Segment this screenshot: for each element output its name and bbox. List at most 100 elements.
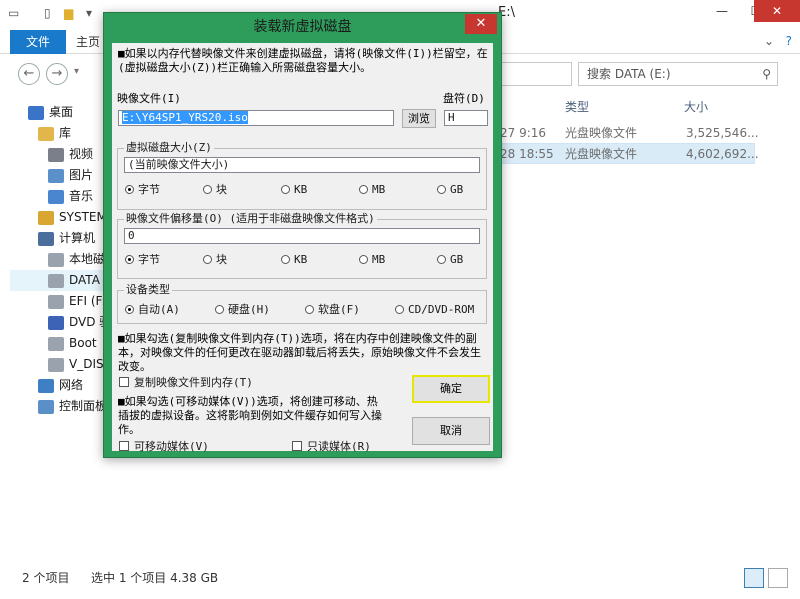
- folder-icon[interactable]: ▆: [64, 6, 73, 20]
- radio-dot-icon: [305, 305, 314, 314]
- nav-item-data[interactable]: DATA: [10, 270, 110, 291]
- radio-dot-icon: [125, 255, 134, 264]
- drive-icon: [48, 252, 64, 267]
- radio-offset-kb[interactable]: KB: [281, 253, 307, 267]
- mount-dialog: 装载新虚拟磁盘 ✕ ■如果以内存代替映像文件来创建虚拟磁盘，请将(映像文件(I)…: [103, 12, 502, 458]
- column-header-size[interactable]: 大小: [684, 96, 708, 118]
- radio-device-cdrom[interactable]: CD/DVD-ROM: [395, 303, 474, 317]
- column-header-type[interactable]: 类型: [565, 96, 589, 118]
- file-date: 28 18:55: [500, 147, 554, 161]
- radio-size-gb[interactable]: GB: [437, 183, 463, 197]
- note-removable: ■如果勾选(可移动媒体(V))选项，将创建可移动、热插拔的虚拟设备。这将影响到例…: [118, 395, 382, 436]
- note-memory: ■如果以内存代替映像文件来创建虚拟磁盘，请将(映像文件(I))栏留空，在(虚拟磁…: [118, 47, 488, 74]
- radio-size-kb[interactable]: KB: [281, 183, 307, 197]
- file-date: 27 9:16: [500, 126, 547, 140]
- radio-size-mb[interactable]: MB: [359, 183, 385, 197]
- disk-size-group: 虚拟磁盘大小(Z) (当前映像文件大小) 字节 块 KB MB GB: [117, 141, 487, 210]
- cancel-button[interactable]: 取消: [412, 417, 490, 445]
- radio-dot-icon: [125, 305, 134, 314]
- radio-offset-mb[interactable]: MB: [359, 253, 385, 267]
- control-panel-icon: [38, 399, 54, 414]
- radio-dot-icon: [203, 185, 212, 194]
- drive-icon: [48, 273, 64, 288]
- properties-icon[interactable]: ▯: [44, 6, 51, 20]
- drive-letter-label: 盘符(D): [443, 92, 485, 105]
- details-view-icon[interactable]: [744, 568, 764, 588]
- drive-icon: [48, 336, 64, 351]
- checkbox-copy-to-memory[interactable]: 复制映像文件到内存(T): [119, 376, 253, 390]
- network-icon: [38, 378, 54, 393]
- radio-size-blocks[interactable]: 块: [203, 183, 227, 197]
- drive-icon: [38, 210, 54, 225]
- offset-input[interactable]: 0: [124, 228, 480, 244]
- close-button[interactable]: ✕: [754, 0, 800, 22]
- large-icons-view-icon[interactable]: [768, 568, 788, 588]
- file-type: 光盘映像文件: [565, 147, 638, 161]
- radio-device-harddisk[interactable]: 硬盘(H): [215, 303, 270, 317]
- radio-size-bytes[interactable]: 字节: [125, 183, 160, 197]
- search-input[interactable]: 搜索 DATA (E:) ⚲: [578, 62, 778, 86]
- file-type: 光盘映像文件: [565, 126, 638, 140]
- forward-icon[interactable]: →: [46, 63, 68, 85]
- disk-size-input[interactable]: (当前映像文件大小): [124, 157, 480, 173]
- drive-icon: [48, 294, 64, 309]
- address-field[interactable]: [500, 62, 572, 86]
- file-row[interactable]: 27 9:16 光盘映像文件 3,525,546...: [500, 123, 759, 144]
- item-count: 2 个项目: [22, 571, 70, 585]
- radio-dot-icon: [437, 185, 446, 194]
- dialog-client: ■如果以内存代替映像文件来创建虚拟磁盘，请将(映像文件(I))栏留空，在(虚拟磁…: [112, 43, 493, 454]
- radio-dot-icon: [215, 305, 224, 314]
- file-size: 4,602,692...: [686, 147, 759, 161]
- checkbox-readonly[interactable]: 只读媒体(R): [292, 440, 371, 454]
- device-type-group: 设备类型 自动(A) 硬盘(H) 软盘(F) CD/DVD-ROM: [117, 283, 487, 324]
- help-icon[interactable]: ?: [786, 34, 792, 48]
- radio-dot-icon: [203, 255, 212, 264]
- radio-offset-gb[interactable]: GB: [437, 253, 463, 267]
- quick-access-dropdown-icon[interactable]: ▾: [86, 6, 92, 20]
- selection-info: 选中 1 个项目 4.38 GB: [91, 571, 219, 585]
- picture-icon: [48, 168, 64, 183]
- library-icon: [38, 126, 54, 141]
- navigation-pane: 桌面 库 视频 图片 音乐 SYSTEM 计算机 本地磁 DATA EFI (F…: [0, 96, 111, 556]
- music-icon: [48, 189, 64, 204]
- tab-home[interactable]: 主页: [76, 30, 100, 54]
- search-icon: ⚲: [762, 67, 771, 81]
- back-icon[interactable]: ←: [18, 63, 40, 85]
- checkbox-icon: [292, 441, 302, 451]
- radio-dot-icon: [359, 255, 368, 264]
- minimize-button[interactable]: —: [706, 0, 738, 22]
- ok-button[interactable]: 确定: [412, 375, 490, 403]
- image-file-input[interactable]: E:\Y64SP1_YRS20.iso: [118, 110, 394, 126]
- file-size: 3,525,546...: [686, 126, 759, 140]
- radio-dot-icon: [281, 185, 290, 194]
- tab-file[interactable]: 文件: [10, 30, 66, 54]
- dialog-title: 装载新虚拟磁盘: [253, 19, 352, 35]
- drive-icon[interactable]: ▭: [8, 6, 19, 20]
- search-placeholder: 搜索 DATA (E:): [587, 67, 671, 81]
- file-row[interactable]: 28 18:55 光盘映像文件 4,602,692...: [500, 143, 759, 164]
- image-file-label: 映像文件(I): [117, 92, 181, 105]
- dialog-close-button[interactable]: ✕: [465, 14, 497, 34]
- drive-letter-input[interactable]: H: [444, 110, 488, 126]
- radio-device-auto[interactable]: 自动(A): [125, 303, 180, 317]
- video-icon: [48, 147, 64, 162]
- expand-ribbon-icon[interactable]: ⌄: [764, 34, 774, 48]
- desktop-icon: [28, 105, 44, 120]
- radio-offset-blocks[interactable]: 块: [203, 253, 227, 267]
- radio-dot-icon: [359, 185, 368, 194]
- checkbox-removable[interactable]: 可移动媒体(V): [119, 440, 209, 454]
- browse-button[interactable]: 浏览: [402, 109, 436, 128]
- computer-icon: [38, 231, 54, 246]
- status-bar: 2 个项目 选中 1 个项目 4.38 GB: [0, 566, 800, 590]
- offset-label: 映像文件偏移量(O) (适用于非磁盘映像文件格式): [124, 212, 377, 226]
- dvd-icon: [48, 315, 64, 330]
- checkbox-icon: [119, 441, 129, 451]
- recent-locations-icon[interactable]: ▾: [74, 66, 79, 77]
- radio-dot-icon: [125, 185, 134, 194]
- radio-offset-bytes[interactable]: 字节: [125, 253, 160, 267]
- radio-dot-icon: [437, 255, 446, 264]
- radio-device-floppy[interactable]: 软盘(F): [305, 303, 360, 317]
- offset-group: 映像文件偏移量(O) (适用于非磁盘映像文件格式) 0 字节 块 KB MB G…: [117, 212, 487, 279]
- drive-icon: [48, 357, 64, 372]
- device-type-label: 设备类型: [124, 283, 172, 297]
